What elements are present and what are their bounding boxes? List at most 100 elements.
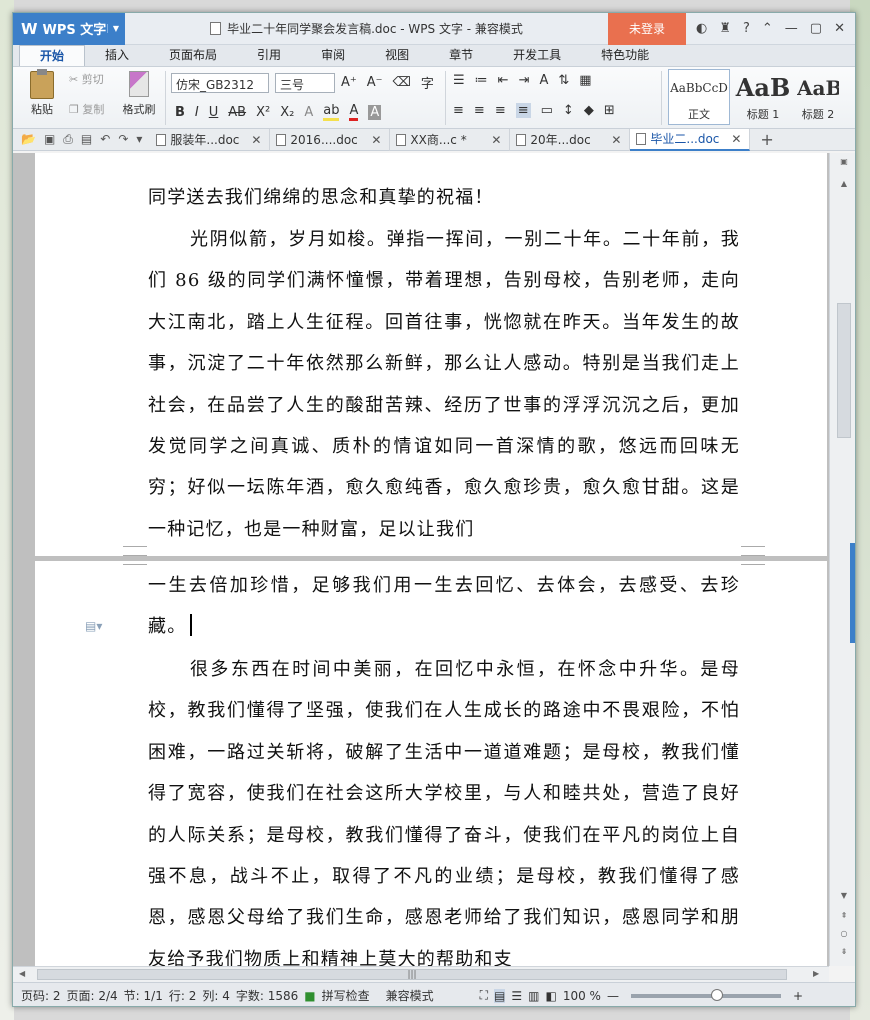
chevron-down-icon[interactable]: ▼ (106, 24, 119, 33)
justify-icon[interactable]: ≡ (515, 103, 531, 118)
chevron-down-icon[interactable]: ▾ (136, 132, 142, 147)
format-painter-button[interactable]: 格式刷 (117, 71, 161, 117)
ruler-toggle-icon[interactable]: ▣ (837, 157, 851, 169)
maximize-button[interactable]: ▢ (810, 21, 822, 36)
tab-references[interactable]: 引用 (237, 45, 301, 66)
distribute-icon[interactable]: ▭ (541, 103, 553, 118)
align-right-icon[interactable]: ≡ (495, 103, 506, 118)
grow-font-icon[interactable]: A⁺ (341, 75, 357, 90)
minimize-button[interactable]: — (785, 21, 798, 36)
style-normal[interactable]: AaBbCcD 正文 (668, 69, 730, 125)
status-word-count[interactable]: 字数: 1586 (236, 987, 298, 1004)
tab-page-layout[interactable]: 页面布局 (149, 45, 237, 66)
shrink-font-icon[interactable]: A⁻ (367, 75, 383, 90)
subscript-icon[interactable]: X₂ (280, 105, 294, 120)
doc-tab-active[interactable]: 毕业二...doc ✕ (630, 128, 751, 151)
underline-icon[interactable]: U (209, 105, 219, 120)
doc-tab[interactable]: 2016....doc ✕ (270, 128, 391, 151)
copy-button[interactable]: ❐ 复制 (69, 101, 104, 117)
tab-features[interactable]: 特色功能 (581, 45, 669, 66)
close-icon[interactable]: ✕ (611, 129, 621, 151)
tab-insert[interactable]: 插入 (85, 45, 149, 66)
font-size-select[interactable]: 三号 (275, 73, 335, 93)
font-name-select[interactable]: 仿宋_GB2312 (171, 73, 269, 93)
decrease-indent-icon[interactable]: ⇤ (498, 73, 509, 88)
char-shading-icon[interactable]: A (368, 104, 382, 120)
prev-page-icon[interactable]: ⇞ (837, 911, 851, 923)
line-spacing-icon[interactable]: ↕ (563, 103, 574, 118)
sort-icon[interactable]: ⇅ (558, 73, 569, 88)
close-icon[interactable]: ✕ (491, 129, 501, 151)
scroll-thumb[interactable]: ||| (37, 969, 787, 980)
doc-tab[interactable]: 服装年...doc ✕ (150, 128, 271, 151)
change-case-icon[interactable]: A (539, 73, 548, 88)
style-heading-2[interactable]: AaB 标题 2 (796, 69, 840, 125)
shading-icon[interactable]: ◆ (584, 103, 594, 118)
numbered-list-icon[interactable]: ≔ (475, 73, 488, 88)
zoom-slider-knob[interactable] (710, 988, 723, 1001)
scroll-up-icon[interactable]: ▲ (837, 179, 851, 191)
clear-format-icon[interactable]: ⌫ (393, 75, 411, 90)
align-left-icon[interactable]: ≡ (453, 103, 464, 118)
next-page-icon[interactable]: ⇟ (837, 947, 851, 959)
reading-view-icon[interactable]: ▥ (528, 989, 539, 1003)
browse-object-icon[interactable]: ○ (837, 929, 851, 941)
side-panel-toggle[interactable] (850, 543, 855, 643)
vertical-scrollbar[interactable]: ▣ ▲ ▼ ⇞ ○ ⇟ (829, 153, 855, 966)
tab-developer[interactable]: 开发工具 (493, 45, 581, 66)
tab-view[interactable]: 视图 (365, 45, 429, 66)
style-heading-1[interactable]: AaB 标题 1 (732, 69, 794, 125)
collapse-ribbon-icon[interactable]: ⌃ (762, 21, 773, 36)
cut-button[interactable]: ✂ 剪切 (69, 71, 104, 87)
zoom-level[interactable]: 100 % (563, 989, 601, 1003)
new-tab-icon[interactable]: + (760, 130, 773, 149)
zoom-in-icon[interactable]: + (793, 989, 803, 1003)
save-icon[interactable]: ▣ (44, 132, 55, 147)
paragraph-options-icon[interactable]: ▤▾ (85, 619, 102, 633)
paste-button[interactable]: 粘贴 (23, 69, 61, 117)
spell-check-toggle[interactable]: 拼写检查 (322, 987, 370, 1004)
page-view-icon[interactable]: ▤ (494, 988, 506, 1003)
close-icon[interactable]: ✕ (371, 129, 381, 151)
tab-chapter[interactable]: 章节 (429, 45, 493, 66)
scroll-down-icon[interactable]: ▼ (837, 891, 851, 903)
fullscreen-view-icon[interactable]: ⛶ (480, 988, 488, 1003)
print-icon[interactable]: ⎙ (63, 132, 73, 147)
text-effect-icon[interactable]: A (304, 105, 313, 120)
doc-tab[interactable]: XX商...c * ✕ (390, 128, 511, 151)
scroll-right-icon[interactable]: ▶ (813, 969, 819, 978)
web-view-icon[interactable]: ◧ (545, 989, 556, 1003)
align-center-icon[interactable]: ≡ (474, 103, 485, 118)
skin-icon[interactable]: ◐ (696, 21, 707, 36)
zoom-slider[interactable] (630, 988, 781, 1001)
close-icon[interactable]: ✕ (731, 128, 741, 150)
doc-tab[interactable]: 20年...doc ✕ (510, 128, 631, 151)
close-icon[interactable]: ✕ (251, 129, 261, 151)
app-menu-button[interactable]: W WPS 文字 ▼ (13, 13, 125, 45)
shirt-icon[interactable]: ♜ (719, 21, 731, 36)
help-icon[interactable]: ? (743, 21, 750, 36)
scroll-left-icon[interactable]: ◀ (19, 969, 25, 978)
font-color-icon[interactable]: A (349, 103, 359, 121)
tab-home[interactable]: 开始 (19, 45, 86, 66)
strikethrough-icon[interactable]: AB (228, 105, 246, 120)
redo-icon[interactable]: ↷ (118, 132, 128, 147)
login-button[interactable]: 未登录 (607, 13, 686, 45)
border-icon[interactable]: ⊞ (604, 103, 615, 118)
close-button[interactable]: ✕ (834, 21, 845, 36)
italic-icon[interactable]: I (195, 105, 199, 120)
phonetic-icon[interactable]: 字 (421, 73, 434, 92)
horizontal-scrollbar[interactable]: ◀ ||| ▶ (13, 966, 829, 982)
superscript-icon[interactable]: X² (256, 105, 270, 120)
increase-indent-icon[interactable]: ⇥ (519, 73, 530, 88)
highlight-icon[interactable]: ab (323, 103, 340, 121)
outline-view-icon[interactable]: ☰ (511, 989, 522, 1003)
bold-icon[interactable]: B (175, 105, 185, 120)
table-icon[interactable]: ▦ (579, 73, 591, 88)
document-area[interactable]: 同学送去我们绵绵的思念和真挚的祝福！ 光阴似箭，岁月如梭。弹指一挥间，一别二十年… (13, 153, 829, 966)
zoom-out-icon[interactable]: — (607, 989, 619, 1003)
open-icon[interactable]: 📂 (21, 132, 36, 147)
tab-review[interactable]: 审阅 (301, 45, 365, 66)
preview-icon[interactable]: ▤ (81, 132, 92, 147)
scroll-thumb[interactable] (837, 303, 851, 438)
